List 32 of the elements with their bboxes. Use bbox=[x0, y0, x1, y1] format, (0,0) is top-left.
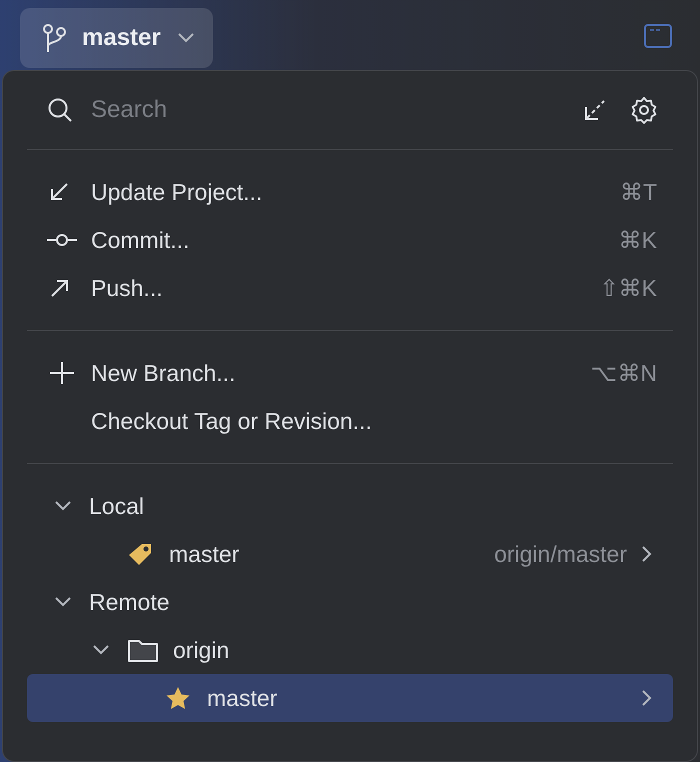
tree-node[interactable]: Remote bbox=[27, 578, 673, 626]
chevron-icon[interactable] bbox=[54, 500, 72, 512]
branch-item[interactable]: master bbox=[27, 674, 673, 722]
shortcut-label: ⇧⌘K bbox=[600, 274, 657, 303]
search-icon bbox=[47, 97, 73, 123]
tree-node[interactable]: Local bbox=[27, 482, 673, 530]
branch-button[interactable]: master bbox=[20, 8, 213, 68]
chevron-icon[interactable] bbox=[92, 644, 110, 656]
chevron-icon[interactable] bbox=[54, 596, 72, 608]
plus-icon bbox=[47, 361, 77, 385]
tree-node[interactable]: origin bbox=[27, 626, 673, 674]
search-field[interactable]: Search bbox=[89, 91, 583, 129]
tracking-label: origin/master bbox=[494, 540, 627, 569]
shortcut-label: ⌥⌘N bbox=[590, 358, 657, 388]
folder-icon bbox=[127, 637, 159, 663]
settings-icon[interactable] bbox=[631, 96, 659, 124]
branch-icon bbox=[42, 23, 66, 53]
menu-item[interactable]: Update Project... ⌘T bbox=[3, 168, 697, 216]
menu-item[interactable]: Commit... ⌘K bbox=[3, 216, 697, 264]
shortcut-label: ⌘K bbox=[618, 226, 657, 255]
chevron-down-icon bbox=[176, 32, 195, 44]
menu-item[interactable]: Checkout Tag or Revision... bbox=[3, 397, 697, 445]
tag-icon bbox=[127, 542, 153, 566]
shortcut-label: ⌘T bbox=[620, 178, 657, 207]
menu-item[interactable]: Push... ⇧⌘K bbox=[3, 264, 697, 312]
window-icon[interactable] bbox=[644, 24, 672, 48]
branch-item[interactable]: master origin/master bbox=[27, 530, 673, 578]
chevron-right-icon bbox=[641, 689, 653, 707]
chevron-right-icon bbox=[641, 545, 653, 563]
star-icon bbox=[165, 686, 191, 710]
collapse-arrow-icon[interactable] bbox=[583, 98, 607, 122]
menu-item[interactable]: New Branch... ⌥⌘N bbox=[3, 349, 697, 397]
